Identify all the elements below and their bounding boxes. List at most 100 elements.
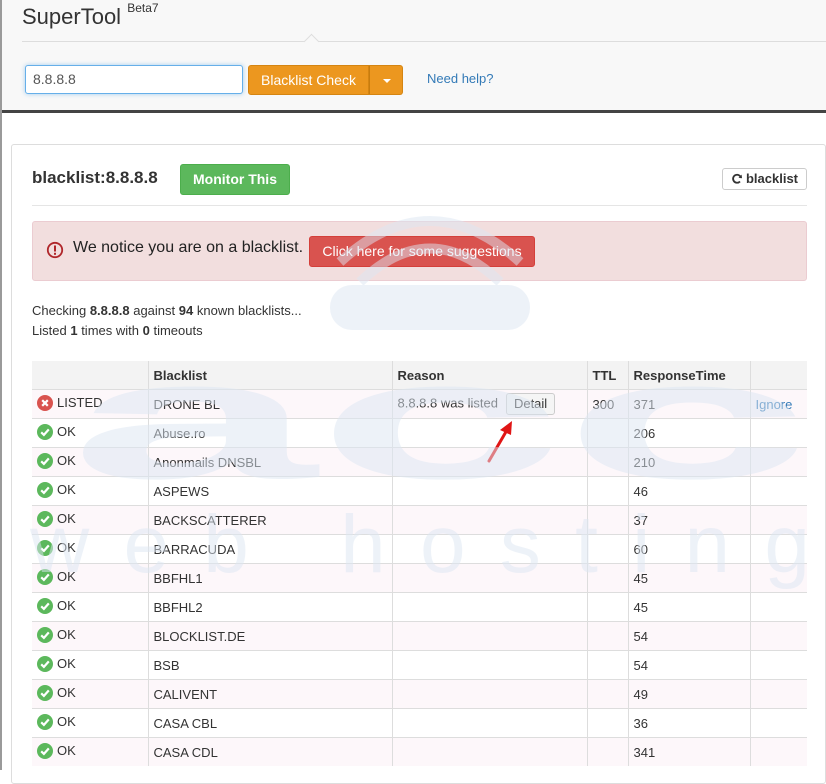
result-title: blacklist:8.8.8.8 [32, 168, 158, 187]
suggestions-button[interactable]: Click here for some suggestions [309, 236, 535, 267]
reason-cell [392, 679, 588, 709]
ip-search-input[interactable]: 8.8.8.8 [25, 65, 243, 94]
status-cell: OK [32, 592, 149, 622]
ttl-cell [587, 563, 629, 593]
reason-cell [392, 505, 588, 535]
response-time-cell: 36 [628, 708, 751, 738]
response-time-cell: 54 [628, 650, 751, 680]
ttl-cell [587, 621, 629, 651]
reason-cell [392, 650, 588, 680]
status-text: OK [57, 424, 76, 439]
action-cell [750, 534, 807, 564]
reason-cell [392, 708, 588, 738]
action-cell [750, 418, 807, 448]
status-text: OK [57, 511, 76, 526]
header-divider [22, 41, 826, 42]
need-help-link[interactable]: Need help? [427, 71, 494, 86]
status-cell: OK [32, 737, 149, 766]
check-circle-icon [37, 568, 53, 585]
ttl-cell [587, 737, 629, 766]
timeout-count: 0 [142, 323, 150, 338]
table-row: LISTED DRONE BL 8.8.8.8 was listed Detail 30… [32, 389, 807, 419]
blacklist-column-header: Blacklist [148, 361, 393, 390]
status-column-header [32, 361, 149, 390]
top-navbar: SuperTool Beta7 8.8.8.8 Blacklist Check … [0, 0, 826, 113]
ttl-cell: 300 [587, 389, 629, 419]
blacklist-name-cell: BARRACUDA [148, 534, 393, 564]
listed-summary: Listed 1 times with 0 timeouts [32, 323, 203, 338]
status-cell: LISTED [32, 389, 149, 419]
reason-cell [392, 737, 588, 766]
status-text: OK [57, 656, 76, 671]
status-text: OK [57, 540, 76, 555]
action-cell: Ignore [750, 389, 807, 419]
detail-button[interactable]: Detail [505, 393, 556, 415]
ttl-cell [587, 418, 629, 448]
ttl-cell [587, 534, 629, 564]
status-cell: OK [32, 679, 149, 709]
reason-cell: 8.8.8.8 was listed Detail [392, 389, 588, 419]
status-text: OK [57, 627, 76, 642]
caret-down-icon [383, 79, 391, 83]
action-column-header [750, 361, 807, 390]
checked-ip: 8.8.8.8 [89, 303, 130, 318]
action-cell [750, 650, 807, 680]
checking-summary: Checking 8.8.8.8 against 94 known blackl… [32, 303, 302, 318]
blacklist-check-button[interactable]: Blacklist Check [248, 65, 369, 95]
table-row: OK BBFHL1 45 [32, 563, 807, 593]
status-text: OK [57, 453, 76, 468]
app-brand[interactable]: SuperTool Beta7 [22, 1, 159, 30]
check-circle-icon [37, 713, 53, 730]
check-circle-icon [37, 742, 53, 759]
status-text: OK [57, 685, 76, 700]
status-cell: OK [32, 708, 149, 738]
ttl-cell [587, 650, 629, 680]
action-cell [750, 621, 807, 651]
table-row: OK CASA CDL 341 [32, 737, 807, 766]
action-cell [750, 476, 807, 506]
reason-column-header: Reason [392, 361, 588, 390]
table-row: OK CASA CBL 36 [32, 708, 807, 738]
action-cell [750, 592, 807, 622]
reason-text: 8.8.8.8 was listed [397, 395, 498, 411]
response-time-cell: 45 [628, 592, 751, 622]
check-circle-icon [37, 481, 53, 498]
check-circle-icon [37, 684, 53, 701]
window-left-edge [0, 0, 2, 770]
blacklist-name-cell: CASA CBL [148, 708, 393, 738]
status-text: OK [57, 743, 76, 758]
status-text: OK [57, 714, 76, 729]
response-time-cell: 49 [628, 679, 751, 709]
action-cell [750, 708, 807, 738]
status-cell: OK [32, 476, 149, 506]
status-cell: OK [32, 650, 149, 680]
ignore-link[interactable]: Ignore [756, 397, 793, 412]
refresh-icon [732, 173, 742, 184]
action-cell [750, 737, 807, 766]
monitor-this-button[interactable]: Monitor This [180, 164, 290, 195]
check-options-dropdown-button[interactable] [369, 65, 403, 95]
blacklist-name-cell: CASA CDL [148, 737, 393, 766]
check-circle-icon [37, 655, 53, 672]
blacklist-name-cell: BBFHL1 [148, 563, 393, 593]
table-row: OK BSB 54 [32, 650, 807, 680]
ttl-column-header: TTL [587, 361, 629, 390]
ttl-cell [587, 447, 629, 477]
table-row: OK BLOCKLIST.DE 54 [32, 621, 807, 651]
listed-times: 1 [70, 323, 78, 338]
refresh-blacklist-button[interactable]: blacklist [722, 168, 807, 190]
table-row: OK CALIVENT 49 [32, 679, 807, 709]
reason-cell [392, 534, 588, 564]
blacklist-name-cell: Anonmails DNSBL [148, 447, 393, 477]
table-row: OK Abuse.ro 206 [32, 418, 807, 448]
status-cell: OK [32, 447, 149, 477]
response-time-cell: 54 [628, 621, 751, 651]
red-arrow-icon [487, 421, 512, 463]
status-cell: OK [32, 418, 149, 448]
response-time-cell: 37 [628, 505, 751, 535]
status-cell: OK [32, 534, 149, 564]
status-cell: OK [32, 621, 149, 651]
response-time-cell: 45 [628, 563, 751, 593]
action-cell [750, 447, 807, 477]
alert-message: We notice you are on a blacklist. [73, 239, 304, 256]
